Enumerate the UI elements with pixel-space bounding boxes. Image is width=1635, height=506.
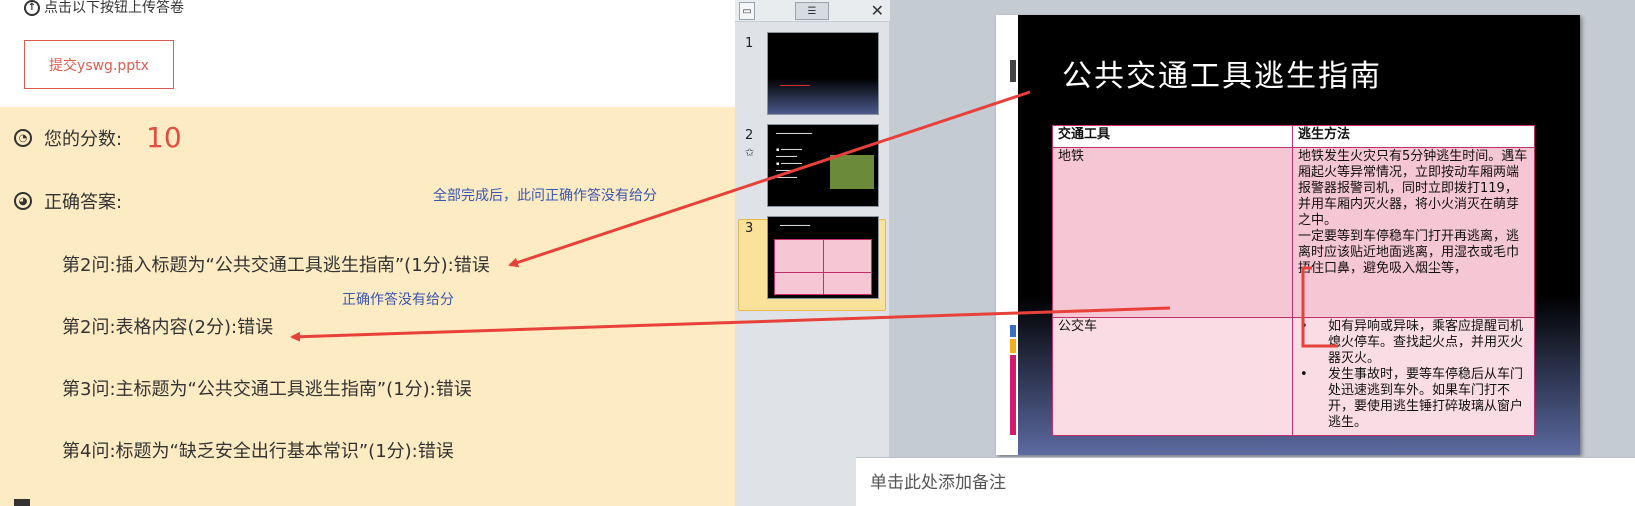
thumbnail-number: 3	[745, 221, 754, 236]
animation-icon: ✩	[745, 146, 755, 159]
tab-outline-icon[interactable]: ☰	[795, 2, 829, 20]
pane-tabs: ▭ ☰ ✕	[735, 0, 890, 22]
upload-icon: ↑	[24, 0, 40, 16]
gauge-icon: ◔	[14, 129, 32, 147]
answer-item: 第3问:主标题为“公共交通工具逃生指南”(1分):错误	[62, 379, 472, 400]
thumbnail-number: 2	[745, 128, 754, 143]
table-header-cell[interactable]: 逃生方法	[1292, 125, 1535, 148]
thumbnail-text-mark: ▪ ━━━━━━━ ━━━━━━━ ▪ ━━━━━━━ ━━━━━━━ ━━━━━━━	[776, 147, 803, 181]
thumbnail-title-mark: ━━━━━━━━━━	[780, 223, 811, 229]
close-icon[interactable]: ✕	[871, 1, 884, 21]
score-value: 10	[146, 121, 182, 154]
correct-answer-label: 正确答案:	[44, 192, 123, 213]
answer-item: 第2问:插入标题为“公共交通工具逃生指南”(1分):错误	[62, 255, 490, 276]
section-icon	[14, 499, 30, 506]
slide-thumbnail-3[interactable]: ━━━━━━━━━━	[767, 216, 879, 299]
table-cell[interactable]: 地铁发生火灾只有5分钟逃生时间。遇车厢起火等异常情况，立即按动车厢两端报警器报警…	[1292, 147, 1535, 318]
slide-thumbnails-pane: ▭ ☰ ✕ 1 ━━━━━━━━━━ 2 ✩ ━━━━━━━━━━━━ ▪ ━━…	[735, 0, 890, 506]
slide-canvas[interactable]: 公共交通工具逃生指南 交通工具 逃生方法 地铁 地铁发生火灾只有5分钟逃生时间。…	[996, 15, 1580, 455]
thumbnail-number: 1	[745, 36, 754, 51]
table-header-cell[interactable]: 交通工具	[1052, 125, 1293, 148]
slide-thumbnail-2[interactable]: ━━━━━━━━━━━━ ▪ ━━━━━━━ ━━━━━━━ ▪ ━━━━━━━ ━━…	[767, 124, 879, 207]
slide-title[interactable]: 公共交通工具逃生指南	[1062, 51, 1382, 95]
bullet-item: 如有异响或异味，乘客应提醒司机熄火停车。查找起火点，并用灭火器灭火。	[1298, 319, 1529, 367]
annotation-note: 全部完成后，此问正确作答没有给分	[433, 188, 657, 204]
annotation-note: 正确作答没有给分	[342, 292, 454, 308]
decoration-mark	[1010, 60, 1016, 82]
cell-paragraph: 一定要等到车停稳车门打开再逃离，逃离时应该贴近地面逃离，用湿衣或毛巾捂住口鼻，避…	[1298, 229, 1520, 276]
submit-file-button[interactable]: 提交yswg.pptx	[24, 40, 174, 89]
globe-icon: ◕	[14, 192, 32, 210]
thumbnail-table	[774, 239, 872, 295]
grading-panel: ↑ 点击以下按钮上传答卷 提交yswg.pptx ◔ 您的分数: 10 ◕ 正确…	[0, 0, 735, 506]
notes-placeholder: 单击此处添加备注	[870, 473, 1006, 493]
table-row: 地铁 地铁发生火灾只有5分钟逃生时间。遇车厢起火等异常情况，立即按动车厢两端报警…	[1052, 147, 1535, 318]
tab-slides-icon[interactable]: ▭	[739, 2, 755, 20]
table-cell[interactable]: 公交车	[1052, 317, 1293, 436]
thumbnail-title-mark: ━━━━━━━━━━━━	[776, 131, 813, 137]
result-panel: ◔ 您的分数: 10 ◕ 正确答案: 第2问:插入标题为“公共交通工具逃生指南”…	[0, 107, 735, 506]
score-label: 您的分数:	[44, 129, 123, 150]
answer-item: 第4问:标题为“缺乏安全出行基本常识”(1分):错误	[62, 441, 454, 462]
notes-pane[interactable]: 单击此处添加备注	[856, 457, 1635, 506]
table-cell[interactable]: 如有异响或异味，乘客应提醒司机熄火停车。查找起火点，并用灭火器灭火。 发生事故时…	[1292, 317, 1535, 436]
decoration-mark	[1010, 325, 1016, 337]
answer-item: 第2问:表格内容(2分):错误	[62, 317, 274, 338]
cell-paragraph: 地铁发生火灾只有5分钟逃生时间。遇车厢起火等异常情况，立即按动车厢两端报警器报警…	[1298, 149, 1528, 228]
decoration-mark	[1010, 355, 1016, 435]
bullet-list: 如有异响或异味，乘客应提醒司机熄火停车。查找起火点，并用灭火器灭火。 发生事故时…	[1298, 319, 1529, 431]
upload-hint-text: 点击以下按钮上传答卷	[44, 0, 184, 16]
table-cell[interactable]: 地铁	[1052, 147, 1293, 318]
decoration-mark	[1010, 339, 1016, 353]
thumbnail-picture	[830, 155, 874, 189]
thumbnail-title-mark: ━━━━━━━━━━	[780, 83, 811, 89]
bullet-item: 发生事故时，要等车停稳后从车门处迅速逃到车外。如果车门打不开，要使用逃生锤打碎玻…	[1298, 367, 1529, 431]
slide-edit-area: 公共交通工具逃生指南 交通工具 逃生方法 地铁 地铁发生火灾只有5分钟逃生时间。…	[890, 0, 1635, 472]
slide-thumbnail-1[interactable]: ━━━━━━━━━━	[767, 32, 879, 115]
slide-table[interactable]: 交通工具 逃生方法 地铁 地铁发生火灾只有5分钟逃生时间。遇车厢起火等异常情况，…	[1052, 125, 1535, 436]
upload-hint: ↑ 点击以下按钮上传答卷	[24, 0, 184, 16]
table-row: 公交车 如有异响或异味，乘客应提醒司机熄火停车。查找起火点，并用灭火器灭火。 发…	[1052, 317, 1535, 436]
